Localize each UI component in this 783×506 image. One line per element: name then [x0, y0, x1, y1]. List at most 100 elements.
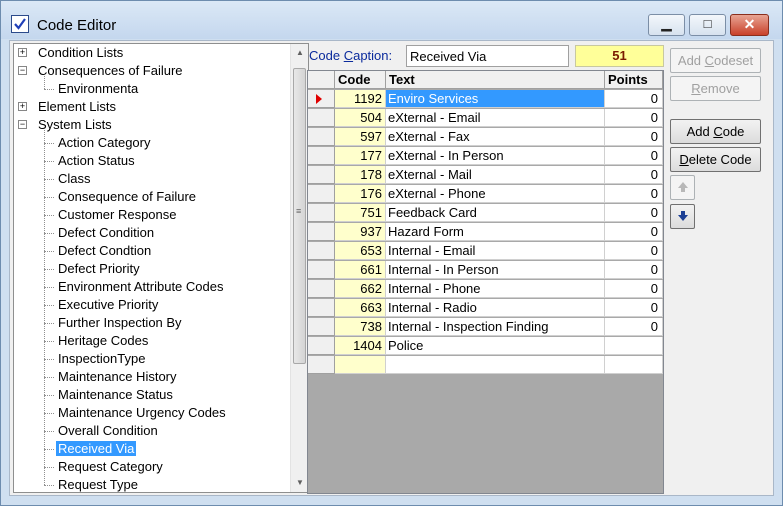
points-cell[interactable]: 0	[605, 109, 663, 127]
row-indicator-cell[interactable]	[308, 356, 335, 374]
tree-node[interactable]: Heritage Codes	[56, 332, 150, 350]
collapse-icon[interactable]: −	[18, 66, 27, 75]
points-cell[interactable]: 0	[605, 90, 663, 108]
tree-node[interactable]: System Lists	[36, 116, 114, 134]
tree-node[interactable]: Received Via	[56, 440, 137, 458]
minimize-button[interactable]: ▁	[648, 14, 685, 36]
collapse-icon[interactable]: −	[18, 120, 27, 129]
column-header-points[interactable]: Points	[605, 71, 663, 89]
text-cell[interactable]: eXternal - Fax	[386, 128, 605, 146]
code-cell[interactable]: 597	[335, 128, 386, 146]
row-indicator-cell[interactable]	[308, 299, 335, 317]
row-indicator-cell[interactable]	[308, 242, 335, 260]
table-row[interactable]: 751 Feedback Card 0	[308, 204, 663, 223]
table-row[interactable]: 597 eXternal - Fax 0	[308, 128, 663, 147]
points-cell[interactable]	[605, 356, 663, 374]
code-cell[interactable]: 661	[335, 261, 386, 279]
text-cell[interactable]: eXternal - Email	[386, 109, 605, 127]
text-cell[interactable]	[386, 356, 605, 374]
points-cell[interactable]: 0	[605, 128, 663, 146]
scroll-up-arrow-icon[interactable]: ▲	[291, 44, 308, 62]
tree-node[interactable]: Executive Priority	[56, 296, 160, 314]
tree-node[interactable]: Defect Condtion	[56, 242, 153, 260]
tree-node[interactable]: Maintenance Urgency Codes	[56, 404, 228, 422]
row-indicator-cell[interactable]	[308, 90, 335, 108]
row-indicator-cell[interactable]	[308, 280, 335, 298]
points-cell[interactable]: 0	[605, 299, 663, 317]
tree-node[interactable]: Maintenance History	[56, 368, 179, 386]
column-header-text[interactable]: Text	[386, 71, 605, 89]
codeset-tree[interactable]: Condition Lists + Consequences of Failure −…	[14, 44, 290, 492]
tree-node[interactable]: Request Type	[56, 476, 140, 492]
code-cell[interactable]: 177	[335, 147, 386, 165]
table-row[interactable]: 504 eXternal - Email 0	[308, 109, 663, 128]
text-cell[interactable]: Internal - Inspection Finding	[386, 318, 605, 336]
tree-node[interactable]: Condition Lists	[36, 44, 125, 62]
delete-code-button[interactable]: Delete Code	[670, 147, 761, 172]
row-indicator-cell[interactable]	[308, 109, 335, 127]
row-indicator-cell[interactable]	[308, 185, 335, 203]
code-cell[interactable]: 1192	[335, 90, 386, 108]
text-cell[interactable]: Police	[386, 337, 605, 355]
table-row[interactable]: 662 Internal - Phone 0	[308, 280, 663, 299]
tree-node[interactable]: Action Category	[56, 134, 153, 152]
text-cell[interactable]: Internal - In Person	[386, 261, 605, 279]
code-cell[interactable]: 176	[335, 185, 386, 203]
code-cell[interactable]: 751	[335, 204, 386, 222]
tree-node[interactable]: Environment Attribute Codes	[56, 278, 225, 296]
row-indicator-cell[interactable]	[308, 261, 335, 279]
points-cell[interactable]	[605, 337, 663, 355]
row-indicator-cell[interactable]	[308, 204, 335, 222]
tree-node[interactable]: Request Category	[56, 458, 165, 476]
row-indicator-cell[interactable]	[308, 223, 335, 241]
points-cell[interactable]: 0	[605, 147, 663, 165]
table-row[interactable]: 738 Internal - Inspection Finding 0	[308, 318, 663, 337]
table-row[interactable]: 177 eXternal - In Person 0	[308, 147, 663, 166]
points-cell[interactable]: 0	[605, 242, 663, 260]
column-header-code[interactable]: Code	[335, 71, 386, 89]
tree-node[interactable]: Maintenance Status	[56, 386, 175, 404]
maximize-button[interactable]: □	[689, 14, 726, 36]
code-cell[interactable]: 653	[335, 242, 386, 260]
scroll-thumb[interactable]: ≡	[293, 68, 306, 364]
tree-node[interactable]: Defect Priority	[56, 260, 142, 278]
code-cell[interactable]: 504	[335, 109, 386, 127]
table-row[interactable]: 176 eXternal - Phone 0	[308, 185, 663, 204]
points-cell[interactable]: 0	[605, 280, 663, 298]
tree-node[interactable]: Element Lists	[36, 98, 118, 116]
row-indicator-cell[interactable]	[308, 166, 335, 184]
tree-node[interactable]: Overall Condition	[56, 422, 160, 440]
table-row[interactable]: 178 eXternal - Mail 0	[308, 166, 663, 185]
row-indicator-cell[interactable]	[308, 337, 335, 355]
table-row[interactable]: 1192 Enviro Services 0	[308, 90, 663, 109]
table-row[interactable]: 1404 Police	[308, 337, 663, 356]
expand-icon[interactable]: +	[18, 102, 27, 111]
add-codeset-button[interactable]: Add Codeset	[670, 48, 761, 73]
code-cell[interactable]: 937	[335, 223, 386, 241]
tree-node[interactable]: Defect Condition	[56, 224, 156, 242]
text-cell[interactable]: eXternal - Mail	[386, 166, 605, 184]
move-up-button[interactable]	[670, 175, 695, 200]
points-cell[interactable]: 0	[605, 204, 663, 222]
text-cell[interactable]: eXternal - In Person	[386, 147, 605, 165]
code-cell[interactable]: 1404	[335, 337, 386, 355]
tree-node[interactable]: InspectionType	[56, 350, 147, 368]
close-button[interactable]: ✕	[730, 14, 769, 36]
points-cell[interactable]: 0	[605, 166, 663, 184]
tree-node[interactable]: Class	[56, 170, 93, 188]
tree-node[interactable]: Further Inspection By	[56, 314, 184, 332]
points-cell[interactable]: 0	[605, 223, 663, 241]
code-cell[interactable]: 178	[335, 166, 386, 184]
tree-node[interactable]: Customer Response	[56, 206, 179, 224]
title-bar[interactable]: Code Editor ▁ □ ✕	[1, 1, 782, 39]
row-indicator-cell[interactable]	[308, 128, 335, 146]
code-cell[interactable]: 738	[335, 318, 386, 336]
code-cell[interactable]: 662	[335, 280, 386, 298]
table-row[interactable]: 663 Internal - Radio 0	[308, 299, 663, 318]
expand-icon[interactable]: +	[18, 48, 27, 57]
text-cell[interactable]: Internal - Email	[386, 242, 605, 260]
points-cell[interactable]: 0	[605, 261, 663, 279]
text-cell[interactable]: Internal - Phone	[386, 280, 605, 298]
table-row[interactable]: 661 Internal - In Person 0	[308, 261, 663, 280]
tree-node[interactable]: Action Status	[56, 152, 137, 170]
